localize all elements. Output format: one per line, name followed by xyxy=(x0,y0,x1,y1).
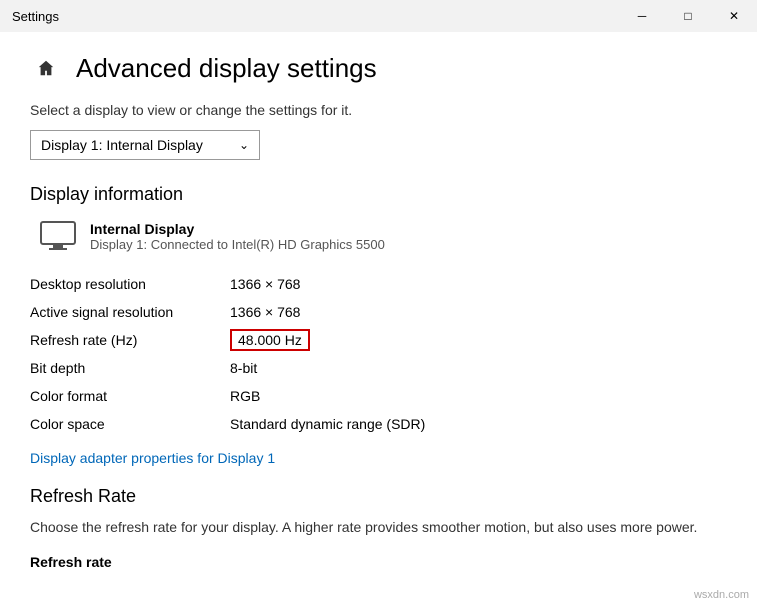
display-selector[interactable]: Display 1: Internal Display ⌄ xyxy=(30,130,260,160)
row-value: Standard dynamic range (SDR) xyxy=(230,410,727,438)
maximize-button[interactable]: □ xyxy=(665,0,711,32)
home-icon xyxy=(37,59,55,77)
row-label: Active signal resolution xyxy=(30,298,230,326)
row-value: 8-bit xyxy=(230,354,727,382)
highlighted-value: 48.000 Hz xyxy=(230,329,310,351)
refresh-rate-description: Choose the refresh rate for your display… xyxy=(30,517,727,538)
table-row: Refresh rate (Hz)48.000 Hz xyxy=(30,326,727,354)
table-row: Desktop resolution1366 × 768 xyxy=(30,270,727,298)
row-label: Desktop resolution xyxy=(30,270,230,298)
main-content: Advanced display settings Select a displ… xyxy=(0,32,757,609)
row-label: Refresh rate (Hz) xyxy=(30,326,230,354)
display-info-section-title: Display information xyxy=(30,184,727,205)
row-label: Color format xyxy=(30,382,230,410)
display-info-card: Internal Display Display 1: Connected to… xyxy=(30,221,727,252)
close-button[interactable]: ✕ xyxy=(711,0,757,32)
page-header: Advanced display settings xyxy=(30,52,727,84)
refresh-rate-label: Refresh rate xyxy=(30,554,112,570)
home-button[interactable] xyxy=(30,52,62,84)
row-label: Color space xyxy=(30,410,230,438)
row-value: 1366 × 768 xyxy=(230,270,727,298)
title-bar-controls: ─ □ ✕ xyxy=(619,0,757,32)
row-value: 1366 × 768 xyxy=(230,298,727,326)
display-info-text: Internal Display Display 1: Connected to… xyxy=(90,221,385,252)
adapter-link[interactable]: Display adapter properties for Display 1 xyxy=(30,450,275,466)
page-subtitle: Select a display to view or change the s… xyxy=(30,102,727,118)
table-row: Bit depth8-bit xyxy=(30,354,727,382)
row-value: RGB xyxy=(230,382,727,410)
monitor-name: Internal Display xyxy=(90,221,385,237)
chevron-down-icon: ⌄ xyxy=(239,138,249,152)
title-bar-title: Settings xyxy=(12,9,59,24)
monitor-subtitle: Display 1: Connected to Intel(R) HD Grap… xyxy=(90,237,385,252)
table-row: Active signal resolution1366 × 768 xyxy=(30,298,727,326)
refresh-rate-section-title: Refresh Rate xyxy=(30,486,727,507)
title-bar-left: Settings xyxy=(12,9,59,24)
monitor-icon xyxy=(40,221,76,251)
content-area: Advanced display settings Select a displ… xyxy=(0,32,757,609)
table-row: Color formatRGB xyxy=(30,382,727,410)
page-title: Advanced display settings xyxy=(76,53,377,84)
title-bar: Settings ─ □ ✕ xyxy=(0,0,757,32)
row-value: 48.000 Hz xyxy=(230,326,727,354)
table-row: Color spaceStandard dynamic range (SDR) xyxy=(30,410,727,438)
minimize-button[interactable]: ─ xyxy=(619,0,665,32)
display-info-table: Desktop resolution1366 × 768Active signa… xyxy=(30,270,727,438)
display-selector-value: Display 1: Internal Display xyxy=(41,137,203,153)
row-label: Bit depth xyxy=(30,354,230,382)
watermark: wsxdn.com xyxy=(694,589,749,601)
